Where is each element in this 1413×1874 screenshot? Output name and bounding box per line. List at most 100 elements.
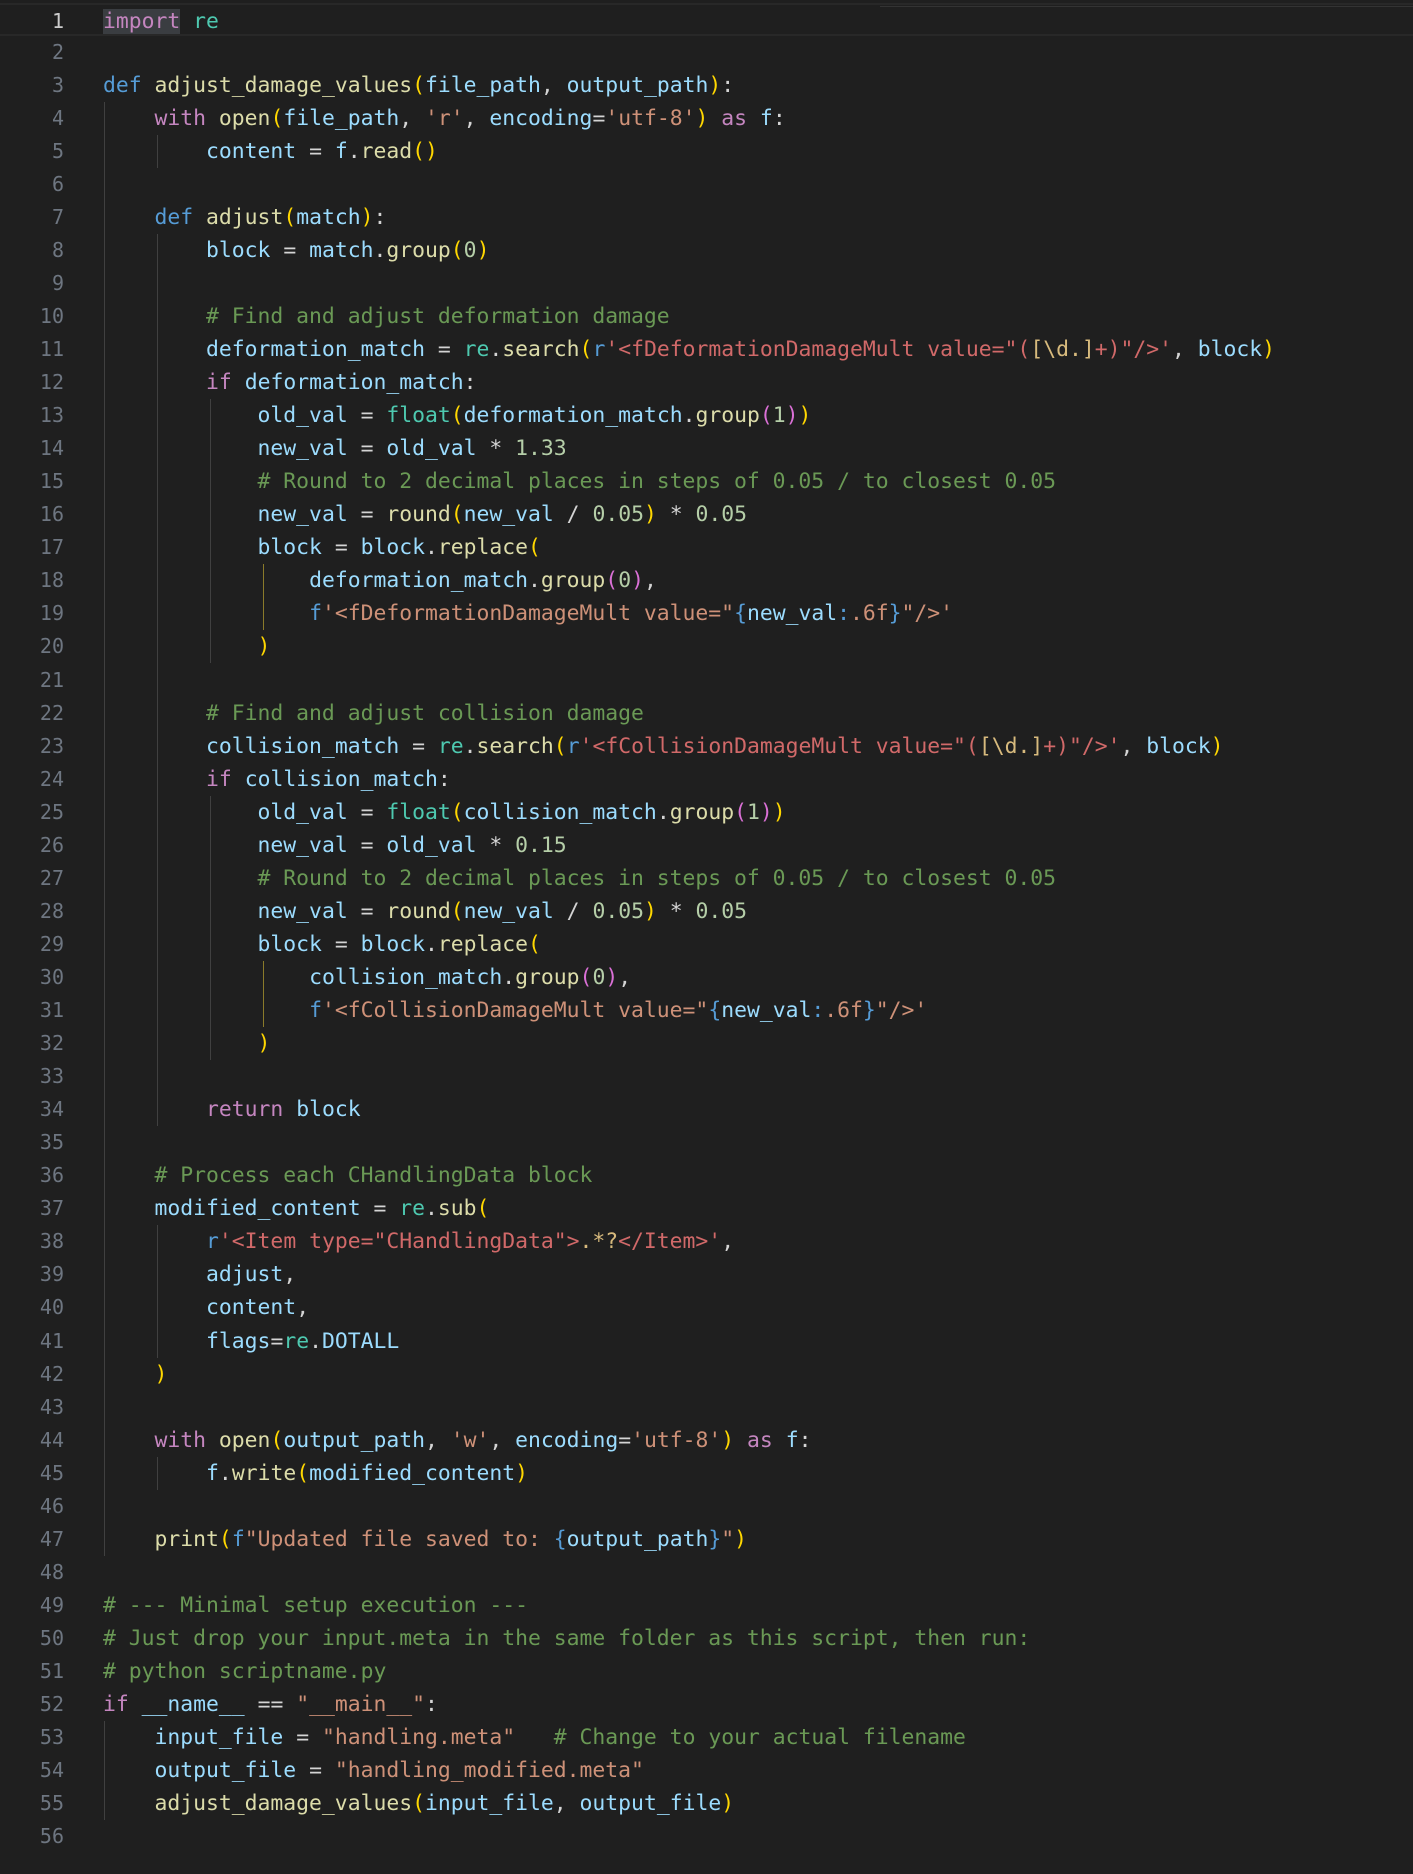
code-line[interactable]: 40 content,	[0, 1291, 1413, 1324]
code-token: f	[231, 1526, 245, 1552]
code-line[interactable]: 3 def adjust_damage_values(file_path, out…	[0, 69, 1413, 102]
code-line[interactable]: 8 block = match.group(0)	[0, 234, 1413, 267]
code-line[interactable]: 7 def adjust(match):	[0, 201, 1413, 234]
code-line[interactable]: 27 # Round to 2 decimal places in steps …	[0, 862, 1413, 895]
code-line[interactable]: 52 if __name__ == "__main__":	[0, 1688, 1413, 1721]
code-line[interactable]: 17 block = block.replace(	[0, 531, 1413, 564]
code-line[interactable]: 22 # Find and adjust collision damage	[0, 697, 1413, 730]
code-token: (	[734, 799, 748, 825]
code-line[interactable]: 26 new_val = old_val * 0.15	[0, 829, 1413, 862]
line-code: import re	[103, 5, 219, 38]
code-line[interactable]: 23 collision_match = re.search(r'<fColli…	[0, 730, 1413, 763]
code-line[interactable]: 18 deformation_match.group(0),	[0, 564, 1413, 597]
code-token: float	[386, 403, 451, 429]
code-line[interactable]: 9	[0, 267, 1413, 300]
code-token: .	[502, 964, 516, 990]
code-line[interactable]: 6	[0, 168, 1413, 201]
line-number: 1	[51, 8, 64, 33]
line-number: 31	[39, 998, 64, 1022]
code-line[interactable]: 43	[0, 1391, 1413, 1424]
code-line[interactable]: 15 # Round to 2 decimal places in steps …	[0, 465, 1413, 498]
code-line[interactable]: 19 f'<fDeformationDamageMult value="{new…	[0, 597, 1413, 630]
line-number: 3	[51, 72, 64, 97]
code-line[interactable]: 44 with open(output_path, 'w', encoding=…	[0, 1424, 1413, 1457]
line-code: adjust_damage_values(input_file, output_…	[103, 1787, 735, 1820]
code-token: :	[798, 1427, 812, 1453]
code-token: write	[231, 1460, 297, 1486]
code-token: )	[605, 964, 619, 990]
code-line[interactable]: 45 f.write(modified_content)	[0, 1457, 1413, 1490]
code-token: ,	[1172, 337, 1198, 362]
code-token: old_val	[386, 832, 477, 858]
code-token: replace	[437, 535, 529, 561]
code-line[interactable]: 10 # Find and adjust deformation damage	[0, 300, 1413, 333]
line-number: 20	[39, 634, 64, 659]
code-token: content	[206, 1295, 297, 1321]
code-line[interactable]: 21	[0, 664, 1413, 697]
code-token: (	[553, 733, 567, 759]
code-line[interactable]: 2	[0, 36, 1413, 69]
code-token: )	[631, 568, 644, 594]
code-line[interactable]: 35	[0, 1126, 1413, 1159]
code-line[interactable]: 50 # Just drop your input.meta in the sam…	[0, 1622, 1413, 1655]
code-line[interactable]: 4 with open(file_path, 'r', encoding='ut…	[0, 102, 1413, 135]
line-number: 40	[39, 1295, 64, 1320]
code-line[interactable]: 46	[0, 1490, 1413, 1523]
code-token: )	[476, 237, 490, 263]
code-line[interactable]: 30 collision_match.group(0),	[0, 961, 1413, 994]
code-line[interactable]: 1 import re	[0, 2, 1413, 38]
code-line[interactable]: 14 new_val = old_val * 1.33	[0, 432, 1413, 465]
code-token: )	[759, 799, 773, 825]
code-token: *	[656, 898, 696, 924]
code-token: modified_content	[154, 1196, 361, 1222]
line-number: 27	[39, 865, 64, 890]
code-line[interactable]: 38 r'<Item type="CHandlingData">.*?</Ite…	[0, 1225, 1413, 1258]
line-code: def adjust_damage_values(file_path, outp…	[103, 69, 734, 102]
line-number: 51	[39, 1659, 64, 1683]
code-line[interactable]: 12 if deformation_match:	[0, 366, 1413, 399]
code-line[interactable]: 41 flags=re.DOTALL	[0, 1325, 1413, 1358]
line-code: with open(file_path, 'r', encoding='utf-…	[103, 102, 786, 135]
code-token: "/>'	[875, 998, 928, 1023]
code-line[interactable]: 13 old_val = float(deformation_match.gro…	[0, 399, 1413, 432]
code-line[interactable]: 56	[0, 1820, 1413, 1853]
code-line[interactable]: 20 )	[0, 630, 1413, 663]
code-line[interactable]: 34 return block	[0, 1093, 1413, 1126]
code-line[interactable]: 5 content = f.read()	[0, 135, 1413, 168]
code-line[interactable]: 49 # --- Minimal setup execution ---	[0, 1589, 1413, 1622]
code-line[interactable]: 29 block = block.replace(	[0, 928, 1413, 961]
code-line[interactable]: 51 # python scriptname.py	[0, 1655, 1413, 1688]
code-line[interactable]: 53 input_file = "handling.meta" # Change…	[0, 1721, 1413, 1754]
code-token: block	[257, 535, 322, 561]
code-line[interactable]: 28 new_val = round(new_val / 0.05) * 0.0…	[0, 895, 1413, 928]
code-line[interactable]: 24 if collision_match:	[0, 763, 1413, 796]
code-token: group	[695, 403, 760, 429]
code-line[interactable]: 32 )	[0, 1027, 1413, 1060]
code-token: 0.05	[695, 898, 747, 924]
code-token: )	[643, 898, 657, 924]
code-token: 'w'	[450, 1427, 490, 1453]
code-editor[interactable]: 1 import re 2 3 def adjust_damage_values(fil…	[0, 0, 1413, 1874]
code-line[interactable]: 37 modified_content = re.sub(	[0, 1192, 1413, 1225]
code-line[interactable]: 25 old_val = float(collision_match.group…	[0, 796, 1413, 829]
code-token: 0	[618, 568, 632, 594]
code-line[interactable]: 42 )	[0, 1358, 1413, 1391]
code-line[interactable]: 36 # Process each CHandlingData block	[0, 1159, 1413, 1192]
code-line[interactable]: 16 new_val = round(new_val / 0.05) * 0.0…	[0, 498, 1413, 531]
code-token: new_val	[257, 502, 348, 528]
code-token: collision_match	[309, 964, 503, 990]
code-line[interactable]: 31 f'<fCollisionDamageMult value="{new_v…	[0, 994, 1413, 1027]
code-line[interactable]: 33	[0, 1060, 1413, 1093]
line-code: input_file = "handling.meta" # Change to…	[103, 1721, 966, 1754]
line-number: 53	[39, 1725, 64, 1750]
code-line[interactable]: 55 adjust_damage_values(input_file, outp…	[0, 1787, 1413, 1820]
code-line[interactable]: 11 deformation_match = re.search(r'<fDef…	[0, 333, 1413, 366]
code-line[interactable]: 39 adjust,	[0, 1258, 1413, 1291]
code-line[interactable]: 47 print(f"Updated file saved to: {outpu…	[0, 1523, 1413, 1556]
code-token: ,	[618, 964, 632, 990]
code-line[interactable]: 48	[0, 1556, 1413, 1589]
code-line[interactable]: 54 output_file = "handling_modified.meta…	[0, 1754, 1413, 1787]
code-token: round	[386, 502, 451, 528]
